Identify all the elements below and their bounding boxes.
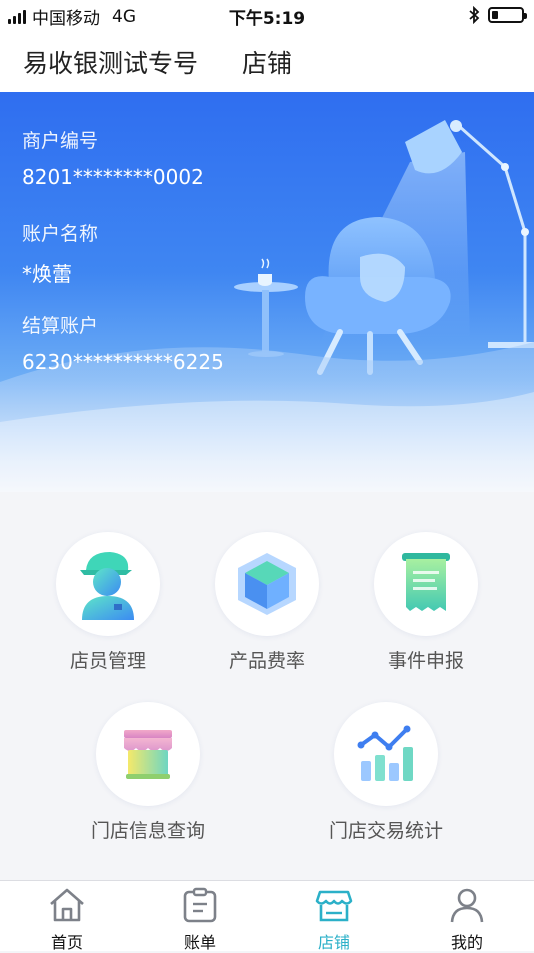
bill-icon [183, 887, 217, 923]
receipt-icon [374, 532, 478, 636]
tab-shop-label: 店铺 [317, 933, 350, 952]
store-transaction-stats-label: 门店交易统计 [328, 820, 443, 842]
staff-management-label: 店员管理 [69, 650, 146, 672]
cube-icon [215, 532, 319, 636]
status-bar: 中国移动 4G 下午5:19 [0, 0, 534, 30]
merchant-banner: 商户编号 8201********0002 账户名称 *焕蕾 结算账户 6230… [0, 92, 534, 492]
staff-icon [56, 532, 160, 636]
tab-bill-label: 账单 [183, 933, 216, 952]
account-name-block: 账户名称 *焕蕾 [22, 219, 98, 287]
app-title: 易收银测试专号 [23, 49, 199, 78]
settlement-account-label: 结算账户 [22, 315, 99, 337]
staff-management-button[interactable]: 店员管理 [28, 532, 188, 673]
merchant-number-value: 8201********0002 [22, 165, 204, 189]
tab-bill[interactable]: 账单 [150, 887, 250, 953]
tab-home[interactable]: 首页 [17, 887, 117, 953]
bottom-tab-bar: 首页 账单 店铺 我的 [0, 880, 534, 953]
account-name-value: *焕蕾 [22, 262, 72, 286]
status-time: 下午5:19 [228, 9, 306, 29]
battery-icon [488, 7, 527, 23]
incident-report-label: 事件申报 [387, 650, 464, 672]
user-icon [450, 888, 484, 923]
product-rate-button[interactable]: 产品费率 [187, 532, 347, 673]
nav-header: 易收银测试专号 店铺 [0, 30, 534, 92]
settlement-account-value: 6230**********6225 [22, 350, 224, 374]
tab-home-label: 首页 [50, 933, 83, 952]
tab-mine-label: 我的 [450, 933, 483, 952]
store-transaction-stats-button[interactable]: 门店交易统计 [306, 702, 466, 843]
tab-shop[interactable]: 店铺 [284, 887, 384, 953]
store-info-query-label: 门店信息查询 [90, 820, 205, 842]
store-info-query-button[interactable]: 门店信息查询 [68, 702, 228, 843]
page-title: 店铺 [242, 49, 293, 78]
product-rate-label: 产品费率 [228, 650, 305, 672]
settlement-account-block: 结算账户 6230**********6225 [22, 311, 224, 374]
tab-mine[interactable]: 我的 [417, 887, 517, 953]
bluetooth-icon [469, 6, 480, 24]
home-icon [50, 888, 84, 922]
shop-icon [315, 890, 353, 922]
storefront-icon [96, 702, 200, 806]
merchant-number-block: 商户编号 8201********0002 [22, 126, 204, 189]
account-name-label: 账户名称 [22, 223, 99, 245]
merchant-number-label: 商户编号 [22, 130, 99, 152]
incident-report-button[interactable]: 事件申报 [346, 532, 506, 673]
chart-icon [334, 702, 438, 806]
